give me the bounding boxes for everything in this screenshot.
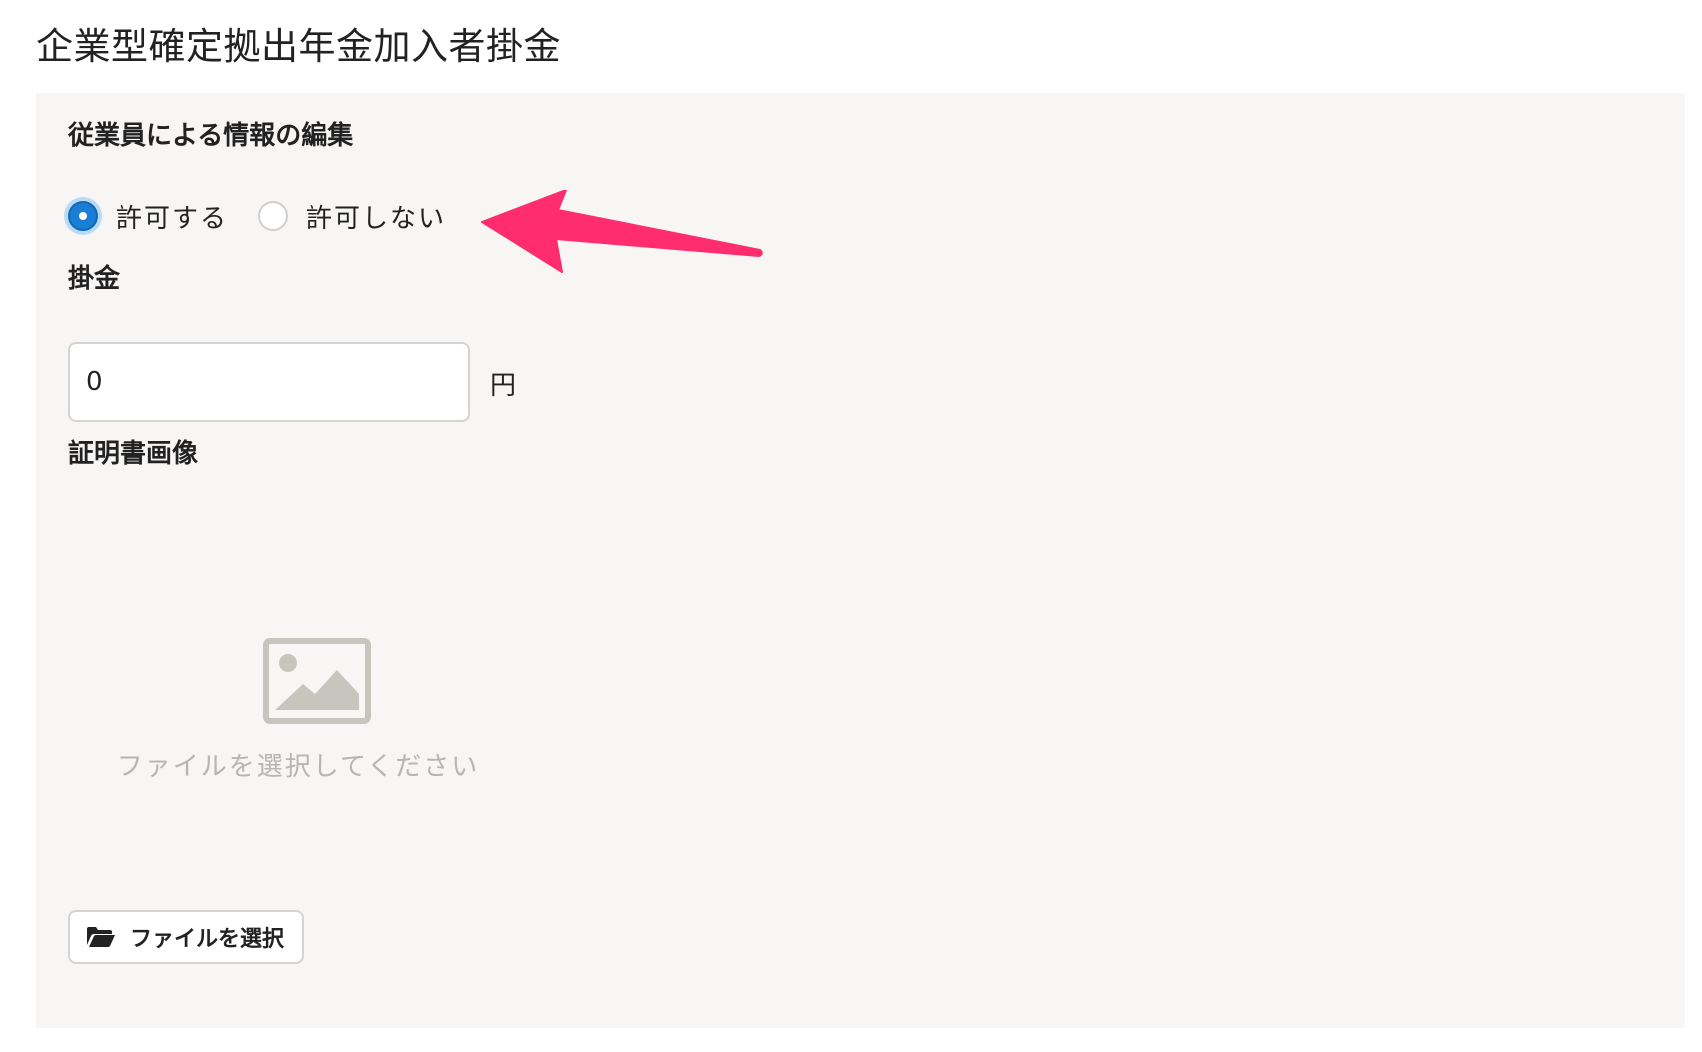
- editing-permission-radio-group: 許可する 許可しない: [68, 196, 476, 236]
- image-icon: [263, 638, 371, 724]
- editing-permission-label: 従業員による情報の編集: [68, 121, 354, 151]
- deny-radio-label[interactable]: 許可しない: [306, 198, 446, 235]
- contribution-label: 掛金: [68, 264, 121, 294]
- annotation-arrow: [481, 190, 763, 273]
- form-panel: 従業員による情報の編集 許可する 許可しない 掛金 円 証明書画像 ファイルを選…: [36, 93, 1685, 1028]
- page: 企業型確定拠出年金加入者掛金 従業員による情報の編集 許可する 許可しない 掛金…: [0, 0, 1702, 1052]
- contribution-unit: 円: [490, 371, 517, 401]
- allow-radio-label[interactable]: 許可する: [116, 198, 228, 235]
- image-dropzone[interactable]: ファイルを選択してください: [108, 638, 488, 788]
- page-title: 企業型確定拠出年金加入者掛金: [36, 25, 561, 68]
- select-file-button-label: ファイルを選択: [130, 927, 285, 952]
- allow-radio[interactable]: [68, 201, 98, 231]
- folder-open-icon: [87, 927, 115, 947]
- certificate-image-label: 証明書画像: [68, 439, 199, 469]
- select-file-button[interactable]: ファイルを選択: [68, 910, 304, 964]
- dropzone-placeholder-text: ファイルを選択してください: [116, 752, 480, 782]
- deny-radio[interactable]: [258, 201, 289, 231]
- radio-option-allow[interactable]: 許可する: [68, 198, 228, 235]
- contribution-input[interactable]: [68, 342, 470, 422]
- radio-option-deny[interactable]: 許可しない: [258, 198, 446, 235]
